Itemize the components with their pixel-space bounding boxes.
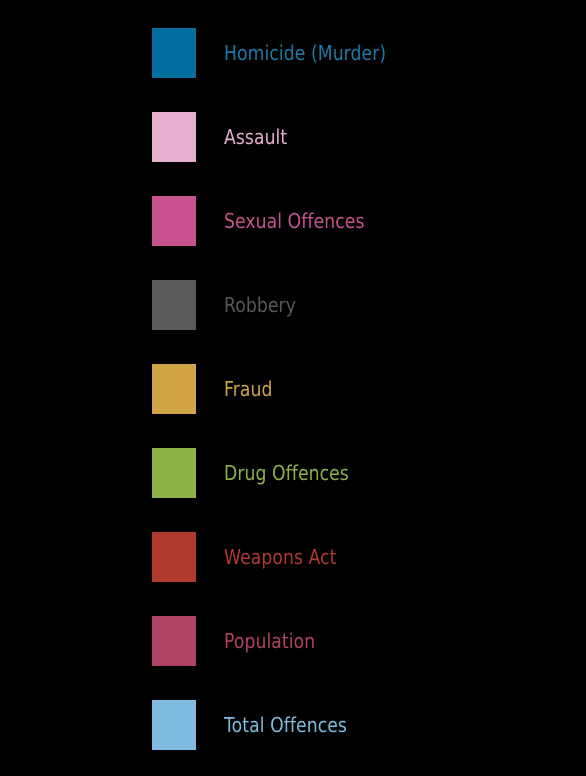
legend-swatch-sexual-offences [152,196,196,246]
legend-label-sexual-offences: Sexual Offences [224,209,365,233]
legend-item-fraud[interactable]: Fraud [152,364,280,414]
legend-swatch-drug-offences [152,448,196,498]
legend-label-total-offences: Total Offences [224,713,347,737]
legend-item-sexual-offences[interactable]: Sexual Offences [152,196,387,246]
legend-item-total-offences[interactable]: Total Offences [152,700,367,750]
legend-swatch-assault [152,112,196,162]
legend-item-drug-offences[interactable]: Drug Offences [152,448,369,498]
legend-item-assault[interactable]: Assault [152,112,298,162]
legend-swatch-total-offences [152,700,196,750]
legend-label-weapons-act: Weapons Act [224,545,337,569]
legend-label-fraud: Fraud [224,377,273,401]
chart-legend: Homicide (Murder) Assault Sexual Offence… [0,0,586,776]
legend-swatch-homicide [152,28,196,78]
legend-item-population[interactable]: Population [152,616,330,666]
legend-swatch-robbery [152,280,196,330]
legend-label-drug-offences: Drug Offences [224,461,349,485]
legend-swatch-weapons-act [152,532,196,582]
legend-label-population: Population [224,629,316,653]
legend-label-homicide: Homicide (Murder) [224,41,387,65]
legend-swatch-fraud [152,364,196,414]
legend-item-homicide[interactable]: Homicide (Murder) [152,28,413,78]
legend-label-robbery: Robbery [224,293,296,317]
legend-label-assault: Assault [224,125,288,149]
legend-item-robbery[interactable]: Robbery [152,280,308,330]
legend-swatch-population [152,616,196,666]
legend-item-weapons-act[interactable]: Weapons Act [152,532,355,582]
